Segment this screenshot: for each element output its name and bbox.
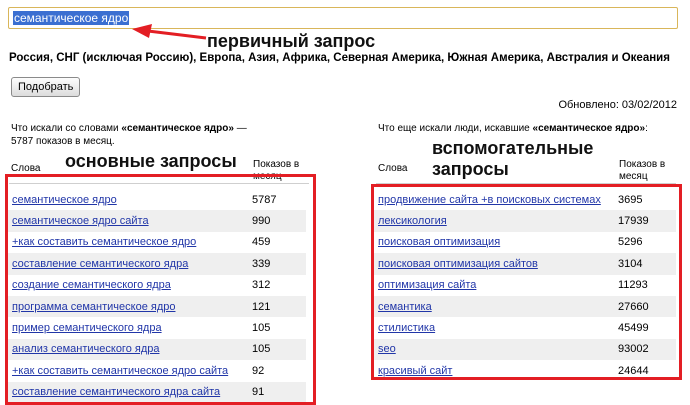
table-row: семантическое ядро сайта 990 xyxy=(8,210,306,232)
phrase-cell: красивый сайт xyxy=(374,360,614,381)
table-row: +как составить семантическое ядро сайта 9… xyxy=(8,360,306,381)
keyword-link[interactable]: продвижение сайта +в поисковых системах xyxy=(378,194,601,206)
shows-count: 312 xyxy=(252,279,271,292)
keyword-link[interactable]: +как составить семантическое ядро xyxy=(12,236,196,248)
shows-count: 11293 xyxy=(618,279,648,292)
phrase-cell: семантика xyxy=(374,295,614,318)
table-row: seo 93002 xyxy=(374,338,676,361)
shows-count: 459 xyxy=(252,236,271,249)
table-row: создание семантического ядра 312 xyxy=(8,275,306,296)
shows-count: 121 xyxy=(248,295,306,318)
phrase-cell: лексикология xyxy=(374,210,614,232)
table-row: поисковая оптимизация сайтов 3104 xyxy=(374,253,676,275)
shows-count: 105 xyxy=(252,322,271,335)
shows-count: 3695 xyxy=(618,193,643,206)
table-row: красивый сайт 24644 xyxy=(374,360,676,381)
phrase-cell: поисковая оптимизация сайтов xyxy=(374,253,614,275)
table-row: стилистика 45499 xyxy=(374,317,676,338)
shows-count: 5787 xyxy=(252,193,277,206)
keyword-link[interactable]: создание семантического ядра xyxy=(12,279,171,291)
phrase-cell: семантическое ядро сайта xyxy=(8,210,248,232)
keyword-link[interactable]: seo xyxy=(378,343,396,355)
phrase-cell: составление семантического ядра xyxy=(8,253,248,275)
right-description: Что еще искали люди, искавшие «семантиче… xyxy=(378,123,648,134)
table-row: поисковая оптимизация 5296 xyxy=(374,232,676,253)
keyword-link[interactable]: семантическое ядро сайта xyxy=(12,215,149,227)
shows-count: 17939 xyxy=(614,210,676,232)
right-col-words: Слова xyxy=(378,163,408,174)
pick-button[interactable]: Подобрать xyxy=(11,77,81,97)
keyword-link[interactable]: +как составить семантическое ядро сайта xyxy=(12,365,228,377)
keyword-link[interactable]: анализ семантического ядра xyxy=(12,343,160,355)
left-col-shows: Показов в месяц xyxy=(253,159,300,182)
shows-count: 990 xyxy=(248,210,306,232)
updated-date: Обновлено: 03/02/2012 xyxy=(558,99,677,111)
phrase-cell: +как составить семантическое ядро xyxy=(8,232,248,253)
table-row: +как составить семантическое ядро 459 xyxy=(8,232,306,253)
shows-count: 5296 xyxy=(618,236,643,249)
regions-list[interactable]: Россия, СНГ (исключая Россию), Европа, А… xyxy=(9,52,670,64)
annotation-primary-query: первичный запрос xyxy=(207,31,376,51)
keyword-link[interactable]: семантическое ядро xyxy=(12,194,117,206)
shows-count: 3104 xyxy=(614,253,676,275)
left-keywords-table: семантическое ядро 5787 семантическое ядро… xyxy=(8,189,306,403)
keyword-link[interactable]: программа семантическое ядро xyxy=(12,301,175,313)
table-row: программа семантическое ядро 121 xyxy=(8,295,306,318)
keyword-link[interactable]: стилистика xyxy=(378,322,435,334)
keyword-link[interactable]: составление семантического ядра xyxy=(12,258,188,270)
table-row: семантическое ядро 5787 xyxy=(8,189,306,210)
right-keywords-table: продвижение сайта +в поисковых системах 3… xyxy=(374,189,676,382)
table-row: лексикология 17939 xyxy=(374,210,676,232)
shows-count: 92 xyxy=(252,364,265,377)
keyword-link[interactable]: составление семантического ядра сайта xyxy=(12,386,220,398)
phrase-cell: стилистика xyxy=(374,317,614,338)
phrase-cell: анализ семантического ядра xyxy=(8,338,248,361)
phrase-cell: составление семантического ядра сайта xyxy=(8,381,248,403)
phrase-cell: seo xyxy=(374,338,614,361)
table-row: составление семантического ядра 339 xyxy=(8,253,306,275)
red-arrow-icon xyxy=(132,24,207,40)
keyword-link[interactable]: поисковая оптимизация сайтов xyxy=(378,258,538,270)
phrase-cell: продвижение сайта +в поисковых системах xyxy=(374,189,614,210)
shows-count: 339 xyxy=(248,253,306,275)
table-row: семантика 27660 xyxy=(374,295,676,318)
table-row: анализ семантического ядра 105 xyxy=(8,338,306,361)
phrase-cell: оптимизация сайта xyxy=(374,275,614,296)
left-description: Что искали со словами «семантическое ядр… xyxy=(11,123,247,147)
phrase-cell: пример семантического ядра xyxy=(8,317,248,338)
keyword-link[interactable]: поисковая оптимизация xyxy=(378,236,500,248)
phrase-cell: создание семантического ядра xyxy=(8,275,248,296)
shows-count: 27660 xyxy=(614,295,676,318)
table-row: пример семантического ядра 105 xyxy=(8,317,306,338)
shows-count: 91 xyxy=(248,381,306,403)
table-row: продвижение сайта +в поисковых системах 3… xyxy=(374,189,676,210)
shows-count: 93002 xyxy=(614,338,676,361)
search-input[interactable] xyxy=(8,7,678,29)
shows-count: 105 xyxy=(248,338,306,361)
left-header-divider xyxy=(9,183,309,184)
phrase-cell: семантическое ядро xyxy=(8,189,248,210)
phrase-cell: программа семантическое ядро xyxy=(8,295,248,318)
left-col-words: Слова xyxy=(11,163,41,174)
keyword-link[interactable]: лексикология xyxy=(378,215,447,227)
keyword-link[interactable]: пример семантического ядра xyxy=(12,322,162,334)
phrase-cell: +как составить семантическое ядро сайта xyxy=(8,360,248,381)
keyword-link[interactable]: оптимизация сайта xyxy=(378,279,476,291)
right-col-shows: Показов в месяц xyxy=(619,159,666,182)
table-row: составление семантического ядра сайта 91 xyxy=(8,381,306,403)
keyword-link[interactable]: семантика xyxy=(378,301,432,313)
annotation-main-queries: основные запросы xyxy=(65,151,237,171)
shows-count: 45499 xyxy=(618,322,649,335)
annotation-aux-line1: вспомогательные xyxy=(432,138,594,158)
right-header-divider xyxy=(376,183,676,184)
phrase-cell: поисковая оптимизация xyxy=(374,232,614,253)
annotation-aux-line2: запросы xyxy=(432,159,509,179)
shows-count: 24644 xyxy=(618,364,649,377)
keyword-link[interactable]: красивый сайт xyxy=(378,365,452,377)
table-row: оптимизация сайта 11293 xyxy=(374,275,676,296)
